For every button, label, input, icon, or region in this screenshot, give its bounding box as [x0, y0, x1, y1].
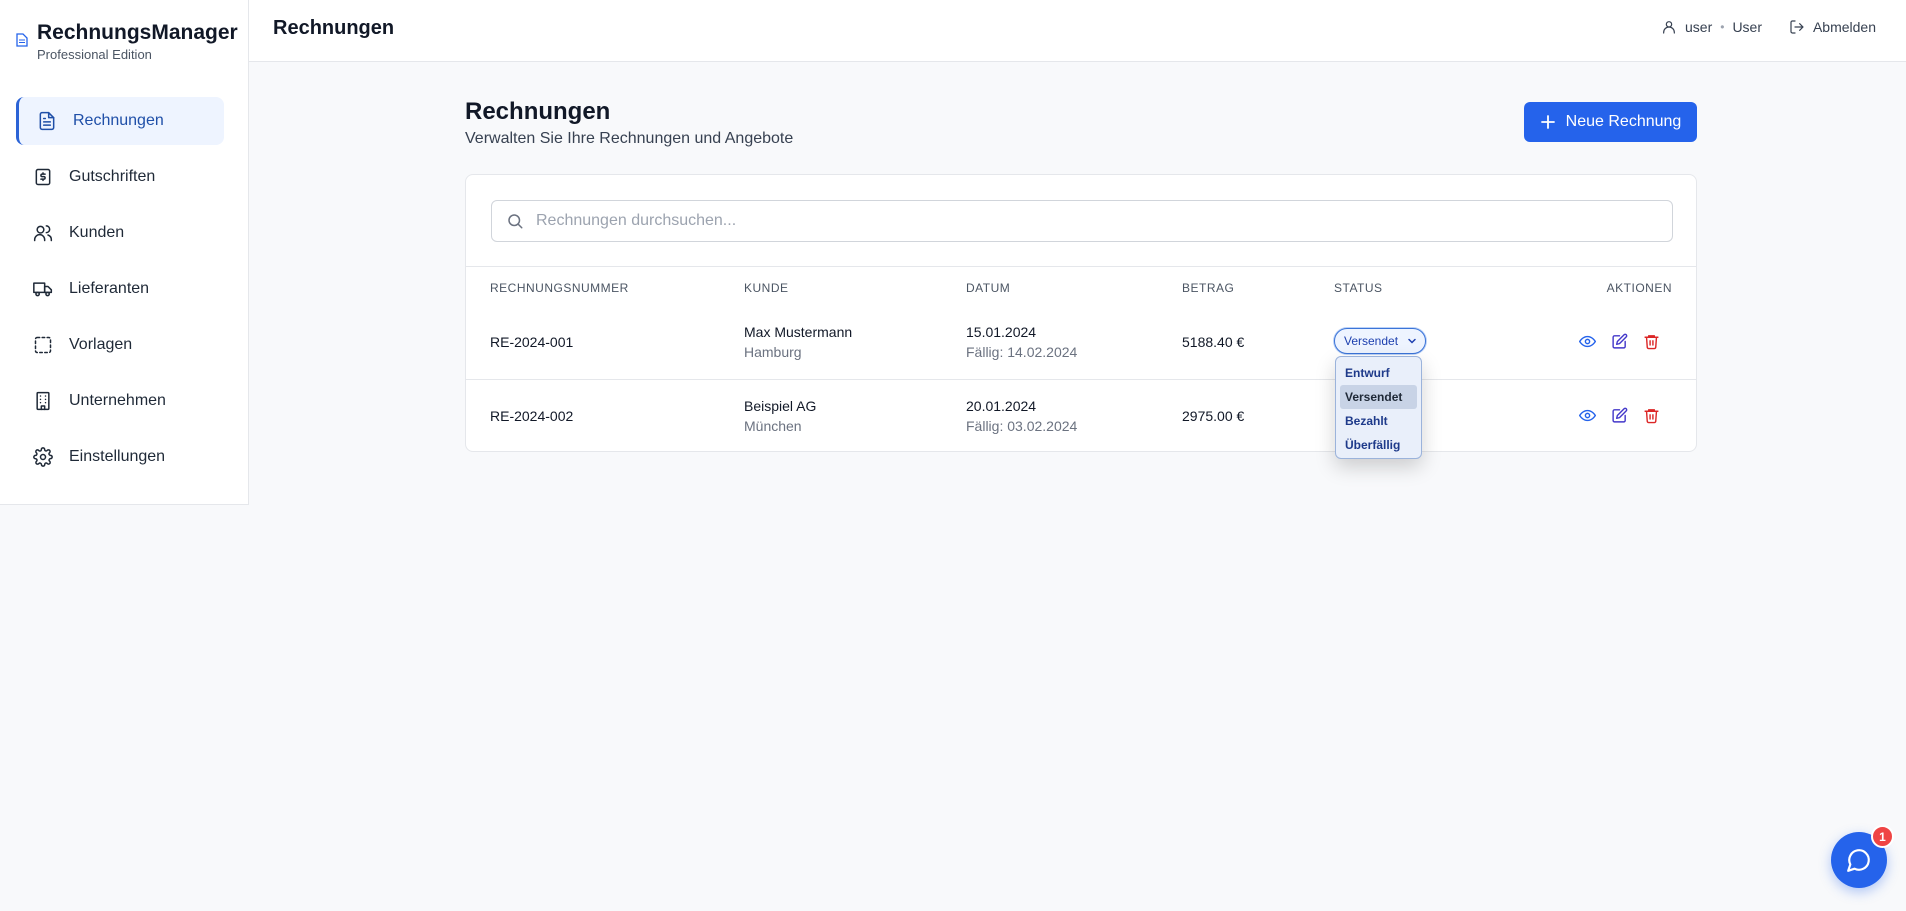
sidebar-item-lieferanten[interactable]: Lieferanten — [16, 265, 224, 313]
customer-city: München — [744, 418, 802, 434]
document-icon — [16, 33, 28, 47]
status-select[interactable]: Versendet — [1334, 328, 1426, 354]
search-icon — [508, 214, 523, 229]
customer-name: Max Mustermann — [744, 324, 853, 340]
new-invoice-label: Neue Rechnung — [1565, 113, 1682, 130]
chevron-down-icon — [1408, 338, 1416, 344]
view-icon[interactable] — [1579, 333, 1596, 350]
status-option-bezahlt[interactable]: Bezahlt — [1340, 409, 1417, 433]
sidebar-item-label: Gutschriften — [69, 168, 156, 185]
delete-icon[interactable] — [1643, 407, 1660, 424]
sidebar-item-label: Lieferanten — [69, 280, 150, 297]
notification-badge: 1 — [1871, 825, 1894, 848]
logout-button[interactable]: Abmelden — [1789, 19, 1876, 35]
customer-city: Hamburg — [744, 344, 802, 360]
header-kunde: KUNDE — [744, 281, 789, 295]
file-text-icon — [36, 110, 58, 132]
page-title: Rechnungen — [273, 17, 395, 39]
search-input[interactable] — [536, 212, 1636, 230]
row-actions — [1579, 407, 1660, 424]
sidebar-item-rechnungen[interactable]: Rechnungen — [16, 97, 224, 145]
delete-icon[interactable] — [1643, 333, 1660, 350]
status-value: Versendet — [1344, 334, 1399, 348]
search-box — [491, 200, 1673, 242]
content-title: Rechnungen — [465, 98, 611, 125]
plus-icon — [1540, 115, 1555, 129]
sidebar-item-unternehmen[interactable]: Unternehmen — [16, 377, 224, 425]
edit-icon[interactable] — [1611, 407, 1628, 424]
sidebar-item-kunden[interactable]: Kunden — [16, 209, 224, 257]
content-subtitle: Verwalten Sie Ihre Rechnungen und Angebo… — [465, 130, 794, 147]
view-icon[interactable] — [1579, 407, 1596, 424]
sidebar-item-gutschriften[interactable]: Gutschriften — [16, 153, 224, 201]
status-option-ueberfaellig[interactable]: Überfällig — [1340, 433, 1417, 457]
customer-cell: Beispiel AG München — [744, 398, 816, 434]
invoice-date: 20.01.2024 — [966, 398, 1037, 414]
chat-bubble-icon — [1847, 849, 1870, 872]
due-date: Fällig: 03.02.2024 — [966, 418, 1078, 434]
users-icon — [32, 222, 54, 244]
sidebar: RechnungsManager Professional Edition Re… — [0, 0, 249, 505]
content-heading: Rechnungen Verwalten Sie Ihre Rechnungen… — [465, 98, 793, 148]
receipt-icon — [32, 166, 54, 188]
status-dropdown: Entwurf Versendet Bezahlt Überfällig — [1335, 356, 1422, 459]
dashed-square-icon — [32, 334, 54, 356]
sidebar-item-label: Kunden — [69, 224, 125, 241]
new-invoice-button[interactable]: Neue Rechnung — [1524, 102, 1697, 142]
truck-icon — [32, 278, 54, 300]
user-icon — [1663, 21, 1675, 34]
status-option-entwurf[interactable]: Entwurf — [1340, 361, 1417, 385]
invoice-card: RECHNUNGSNUMMER KUNDE DATUM BETRAG STATU… — [465, 174, 1697, 452]
gear-icon — [32, 446, 54, 468]
invoice-amount: 2975.00 € — [1182, 408, 1245, 424]
table-row: RE-2024-001 Max Mustermann Hamburg 15.01… — [466, 306, 1696, 379]
separator-dot: • — [1720, 20, 1725, 34]
invoice-date: 15.01.2024 — [966, 324, 1037, 340]
date-cell: 20.01.2024 Fällig: 03.02.2024 — [966, 398, 1077, 434]
due-date: Fällig: 14.02.2024 — [966, 344, 1078, 360]
header-betrag: BETRAG — [1182, 281, 1235, 295]
status-option-versendet[interactable]: Versendet — [1340, 385, 1417, 409]
header-status: STATUS — [1334, 281, 1383, 295]
brand: RechnungsManager Professional Edition — [16, 20, 238, 63]
user-role: User — [1732, 19, 1762, 35]
invoice-number: RE-2024-002 — [490, 408, 574, 424]
app-subtitle: Professional Edition — [37, 47, 152, 62]
sidebar-item-label: Einstellungen — [69, 448, 166, 465]
header-rechnungsnummer: RECHNUNGSNUMMER — [490, 281, 629, 295]
app-title: RechnungsManager — [37, 21, 238, 44]
logout-icon — [1790, 20, 1804, 34]
sidebar-item-vorlagen[interactable]: Vorlagen — [16, 321, 224, 369]
table-header: RECHNUNGSNUMMER KUNDE DATUM BETRAG STATU… — [466, 266, 1696, 308]
logout-label: Abmelden — [1812, 19, 1876, 35]
header-aktionen: AKTIONEN — [1606, 281, 1672, 295]
sidebar-item-label: Vorlagen — [69, 336, 133, 353]
sidebar-nav: Rechnungen Gutschriften Kunden Lieferant… — [16, 97, 224, 489]
user-info: user • User — [1661, 19, 1762, 35]
customer-name: Beispiel AG — [744, 398, 817, 414]
invoice-number: RE-2024-001 — [490, 334, 574, 350]
table-row: RE-2024-002 Beispiel AG München 20.01.20… — [466, 379, 1696, 452]
building-icon — [32, 390, 54, 412]
sidebar-item-einstellungen[interactable]: Einstellungen — [16, 433, 224, 481]
header-datum: DATUM — [966, 281, 1011, 295]
row-actions — [1579, 333, 1660, 350]
username: user — [1685, 19, 1713, 35]
sidebar-item-label: Rechnungen — [73, 112, 164, 129]
edit-icon[interactable] — [1611, 333, 1628, 350]
date-cell: 15.01.2024 Fällig: 14.02.2024 — [966, 324, 1077, 360]
sidebar-item-label: Unternehmen — [69, 392, 166, 409]
invoice-amount: 5188.40 € — [1182, 334, 1245, 350]
customer-cell: Max Mustermann Hamburg — [744, 324, 852, 360]
topbar: Rechnungen user • User Abmelden — [249, 0, 1906, 62]
